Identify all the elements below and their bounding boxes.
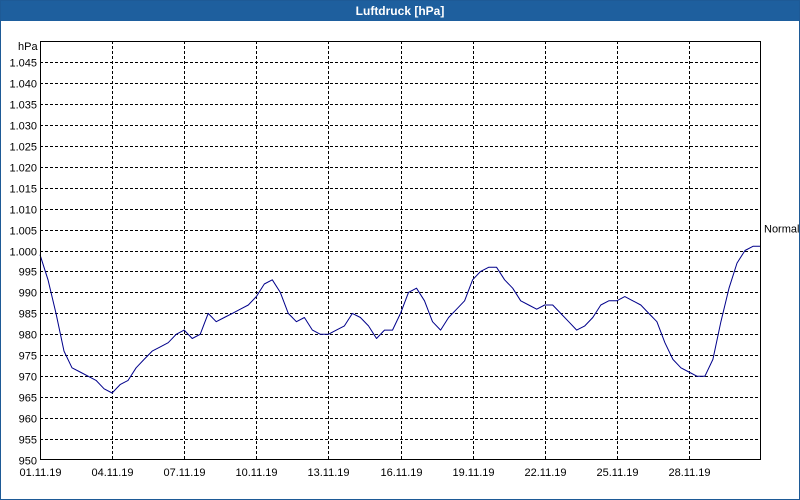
- y-tick-label: 955: [19, 435, 37, 447]
- y-axis-label: hPa: [18, 41, 38, 53]
- y-axis: 950 955 960 965 970 975 980 985 990 995 1.000 1.005…: [9, 58, 37, 468]
- y-tick-label: 1.000: [9, 247, 37, 259]
- y-tick-label: 1.010: [9, 205, 37, 217]
- x-tick-label: 22.11.19: [524, 467, 566, 479]
- series-end-label: Normal: [764, 223, 799, 235]
- y-tick-label: 1.025: [9, 142, 37, 154]
- y-tick-label: 1.030: [9, 121, 37, 133]
- y-tick-label: 1.015: [9, 184, 37, 196]
- y-tick-label: 960: [19, 414, 37, 426]
- x-tick-label: 07.11.19: [163, 467, 205, 479]
- y-tick-label: 1.020: [9, 163, 37, 175]
- y-tick-label: 1.005: [9, 226, 37, 238]
- y-tick-label: 990: [19, 288, 37, 300]
- y-tick-label: 975: [19, 351, 37, 363]
- x-tick-label: 01.11.19: [19, 467, 61, 479]
- y-tick-label: 980: [19, 330, 37, 342]
- pressure-chart: 950 955 960 965 970 975 980 985 990 995 1.000 1.005…: [9, 41, 799, 479]
- y-tick-label: 970: [19, 372, 37, 384]
- y-tick-label: 1.035: [9, 100, 37, 112]
- y-tick-label: 1.045: [9, 58, 37, 70]
- y-tick-label: 950: [19, 456, 37, 468]
- y-tick-label: 985: [19, 309, 37, 321]
- x-tick-label: 28.11.19: [668, 467, 710, 479]
- x-tick-label: 16.11.19: [380, 467, 422, 479]
- y-tick-label: 965: [19, 393, 37, 405]
- y-tick-label: 995: [19, 267, 37, 279]
- y-tick-label: 1.040: [9, 79, 37, 91]
- x-tick-label: 13.11.19: [307, 467, 349, 479]
- x-tick-label: 25.11.19: [596, 467, 638, 479]
- x-tick-label: 19.11.19: [452, 467, 494, 479]
- x-tick-label: 04.11.19: [91, 467, 133, 479]
- x-tick-label: 10.11.19: [235, 467, 277, 479]
- x-axis: 01.11.19 04.11.19 07.11.19 10.11.19 13.11.19…: [19, 467, 710, 479]
